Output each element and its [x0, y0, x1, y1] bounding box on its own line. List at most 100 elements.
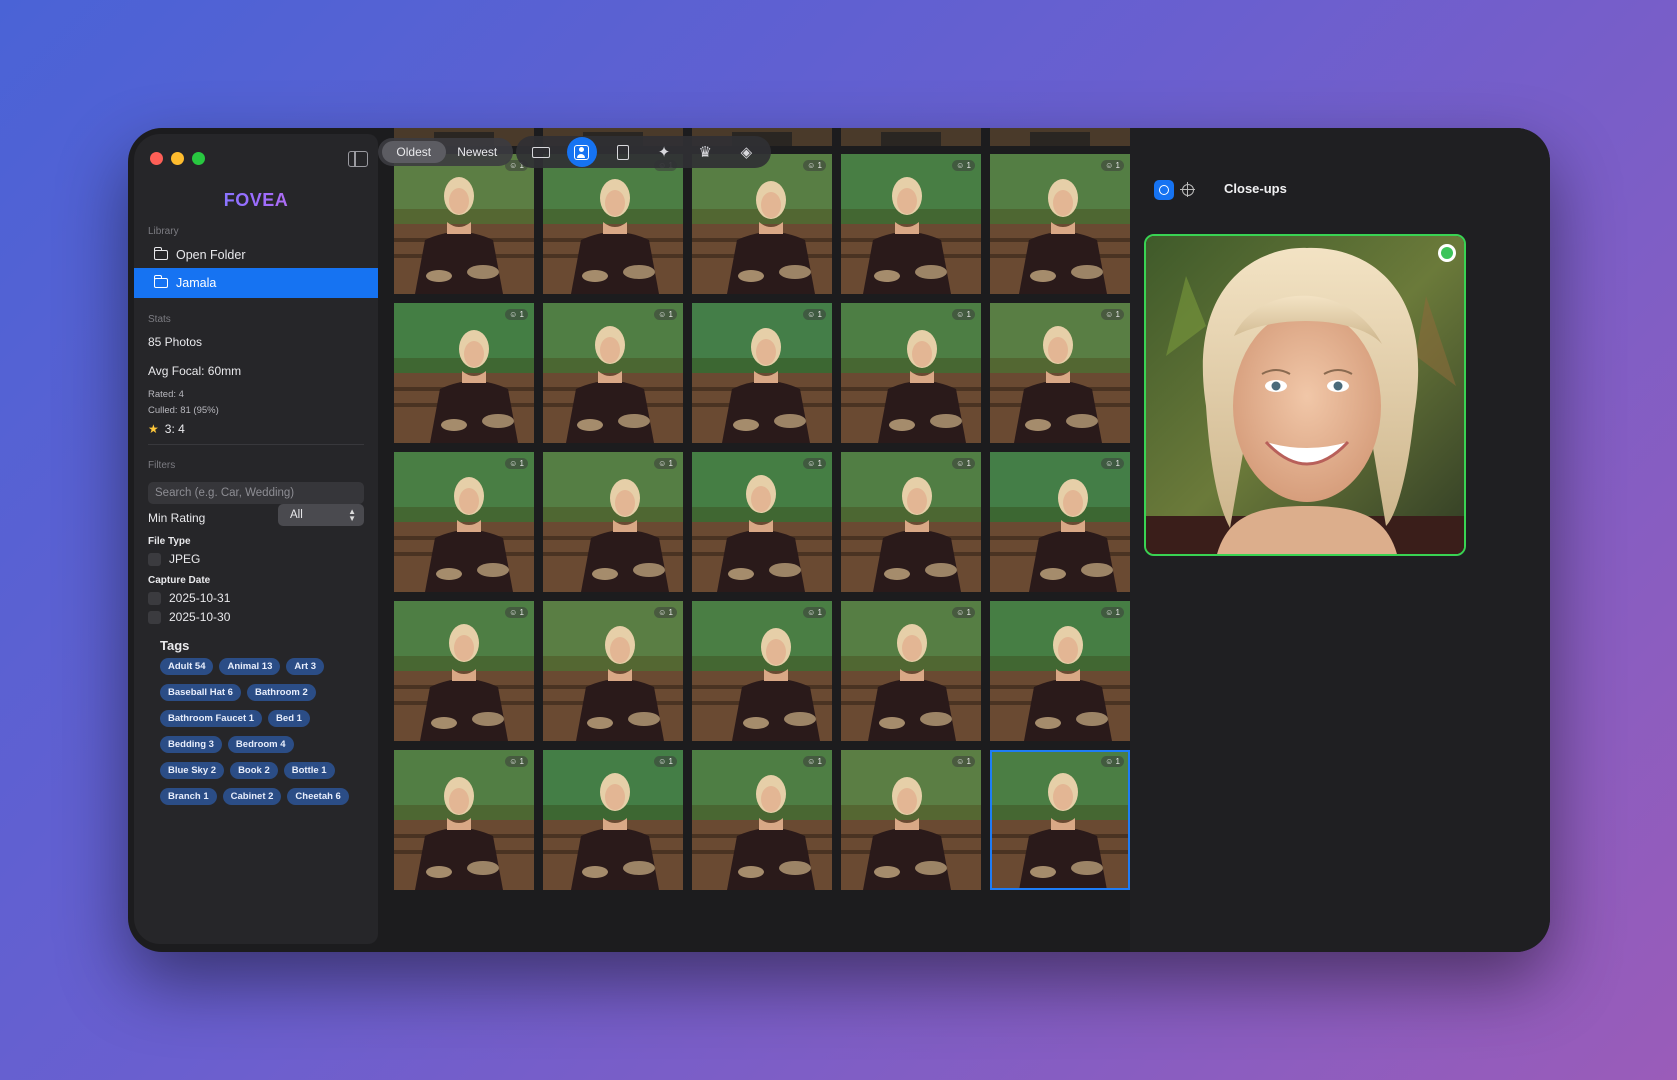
- face-count-badge: ☺ 1: [952, 607, 975, 618]
- keyboard-icon[interactable]: [526, 137, 556, 167]
- tag-chip[interactable]: Book 2: [230, 762, 278, 779]
- crown-icon[interactable]: ♛: [690, 137, 720, 167]
- folder-icon: [153, 275, 168, 288]
- photo-thumbnail[interactable]: ☺ 1: [990, 750, 1130, 890]
- face-count-badge: ☺ 1: [654, 756, 677, 767]
- chevron-updown-icon: ▲ ▼: [348, 507, 356, 523]
- photo-thumbnail[interactable]: ☺ 1: [394, 750, 534, 890]
- photo-thumbnail[interactable]: ☺ 1: [990, 154, 1130, 294]
- photo-thumbnail[interactable]: ☺ 1: [990, 601, 1130, 741]
- photo-thumbnail[interactable]: ☺ 1: [543, 452, 683, 592]
- person-icon[interactable]: [566, 137, 597, 167]
- photo-thumbnail[interactable]: ☺ 1: [841, 452, 981, 592]
- checkbox[interactable]: [148, 610, 161, 624]
- tag-list: Adult 54 Animal 13 Art 3 Baseball Hat 6 Bath…: [160, 658, 360, 805]
- tag-chip[interactable]: Animal 13: [219, 658, 281, 675]
- sidebar-item-open-folder[interactable]: Open Folder: [134, 240, 378, 270]
- tag-chip[interactable]: Bathroom Faucet 1: [160, 710, 263, 727]
- sort-newest-button[interactable]: Newest: [446, 141, 510, 163]
- tag-chip[interactable]: Bathroom 2: [246, 684, 316, 701]
- photo-thumbnail[interactable]: ☺ 1: [692, 303, 832, 443]
- photo-thumbnail[interactable]: ☺ 1: [543, 154, 683, 294]
- tag-chip[interactable]: Baseball Hat 6: [160, 684, 241, 701]
- filters-section-label: Filters: [148, 460, 176, 471]
- traffic-lights: [150, 152, 205, 165]
- tool-group: ✦ ♛ ◈: [516, 136, 771, 168]
- capture-date-item[interactable]: 2025-10-30: [148, 610, 230, 624]
- sort-oldest-button[interactable]: Oldest: [382, 141, 446, 163]
- checkbox[interactable]: [148, 552, 161, 566]
- capture-date-item[interactable]: 2025-10-31: [148, 591, 230, 605]
- photo-thumbnail[interactable]: ☺ 1: [990, 452, 1130, 592]
- tag-chip[interactable]: Art 3: [286, 658, 325, 675]
- sidebar-item-label: Open Folder: [176, 248, 246, 262]
- closeup-face-photo: [1146, 236, 1464, 554]
- search-input[interactable]: [148, 482, 364, 504]
- photo-thumbnail[interactable]: ☺ 1: [692, 601, 832, 741]
- tag-chip[interactable]: Blue Sky 2: [160, 762, 225, 779]
- photo-thumbnail[interactable]: ☺ 1: [990, 303, 1130, 443]
- photo-thumbnail[interactable]: ☺ 1: [841, 303, 981, 443]
- tag-chip[interactable]: Adult 54: [160, 658, 214, 675]
- tag-chip[interactable]: Bedroom 4: [227, 736, 294, 753]
- photo-thumbnail[interactable]: ☺ 1: [692, 750, 832, 890]
- closeup-image[interactable]: [1144, 234, 1466, 556]
- capture-date-value: 2025-10-30: [169, 610, 231, 624]
- photo-thumbnail[interactable]: ☺ 1: [394, 303, 534, 443]
- face-count-badge: ☺ 1: [654, 309, 677, 320]
- capture-date-label: Capture Date: [148, 575, 211, 586]
- crosshair-icon: [1180, 182, 1195, 197]
- culled-count: Culled: 81 (95%): [148, 405, 219, 416]
- face-count-badge: ☺ 1: [1101, 756, 1124, 767]
- min-rating-select[interactable]: All ▲ ▼: [278, 504, 364, 526]
- photo-count: 85 Photos: [148, 335, 203, 349]
- minimize-window-button[interactable]: [171, 152, 184, 165]
- face-count-badge: ☺ 1: [654, 607, 677, 618]
- clipboard-icon[interactable]: [608, 137, 638, 167]
- tag-chip[interactable]: Branch 1: [160, 788, 217, 805]
- face-detected-badge-icon: [1438, 244, 1456, 262]
- folder-plus-icon: [153, 247, 168, 260]
- crosshair-mode-button[interactable]: [1178, 180, 1198, 200]
- close-window-button[interactable]: [150, 152, 163, 165]
- photo-thumbnail[interactable]: ☺ 1: [841, 154, 981, 294]
- zoom-window-button[interactable]: [192, 152, 205, 165]
- face-count-badge: ☺ 1: [1101, 309, 1124, 320]
- tags-title: Tags: [160, 638, 190, 653]
- sidebar-toggle-icon[interactable]: [348, 151, 368, 167]
- photo-thumbnail[interactable]: ☺ 1: [841, 750, 981, 890]
- face-count-badge: ☺ 1: [803, 756, 826, 767]
- tag-chip[interactable]: Cheetah 6: [287, 788, 349, 805]
- app-window: FOVEA Library Open Folder Jamala Stats 8…: [128, 128, 1550, 952]
- face-icon: [1159, 185, 1169, 195]
- panel-title: Close-ups: [1224, 181, 1287, 196]
- face-count-badge: ☺ 1: [952, 756, 975, 767]
- library-section-label: Library: [148, 226, 179, 237]
- tag-chip[interactable]: Bed 1: [268, 710, 310, 727]
- photo-thumbnail[interactable]: ☺ 1: [394, 452, 534, 592]
- photo-thumbnail[interactable]: ☺ 1: [841, 601, 981, 741]
- photo-thumbnail[interactable]: ☺ 1: [543, 601, 683, 741]
- photo-thumbnail[interactable]: ☺ 1: [692, 452, 832, 592]
- app-logo: FOVEA: [134, 190, 378, 211]
- face-count-badge: ☺ 1: [505, 458, 528, 469]
- file-type-jpeg[interactable]: JPEG: [148, 552, 200, 566]
- photo-thumbnail[interactable]: ☺ 1: [692, 154, 832, 294]
- layers-icon[interactable]: ◈: [731, 137, 761, 167]
- face-count-badge: ☺ 1: [803, 309, 826, 320]
- photo-thumbnail[interactable]: ☺ 1: [543, 750, 683, 890]
- checkbox[interactable]: [148, 591, 161, 605]
- face-count-badge: ☺ 1: [505, 756, 528, 767]
- tag-chip[interactable]: Bottle 1: [283, 762, 335, 779]
- face-mode-button[interactable]: [1154, 180, 1174, 200]
- tag-chip[interactable]: Cabinet 2: [222, 788, 282, 805]
- photo-thumbnail[interactable]: ☺ 1: [394, 601, 534, 741]
- tag-chip[interactable]: Bedding 3: [160, 736, 222, 753]
- face-count-badge: ☺ 1: [803, 458, 826, 469]
- sparkle-icon[interactable]: ✦: [649, 137, 679, 167]
- avg-focal: Avg Focal: 60mm: [148, 364, 242, 378]
- sidebar-item-jamala[interactable]: Jamala: [134, 268, 378, 298]
- photo-thumbnail[interactable]: ☺ 1: [543, 303, 683, 443]
- face-count-badge: ☺ 1: [1101, 607, 1124, 618]
- photo-thumbnail[interactable]: ☺ 1: [394, 154, 534, 294]
